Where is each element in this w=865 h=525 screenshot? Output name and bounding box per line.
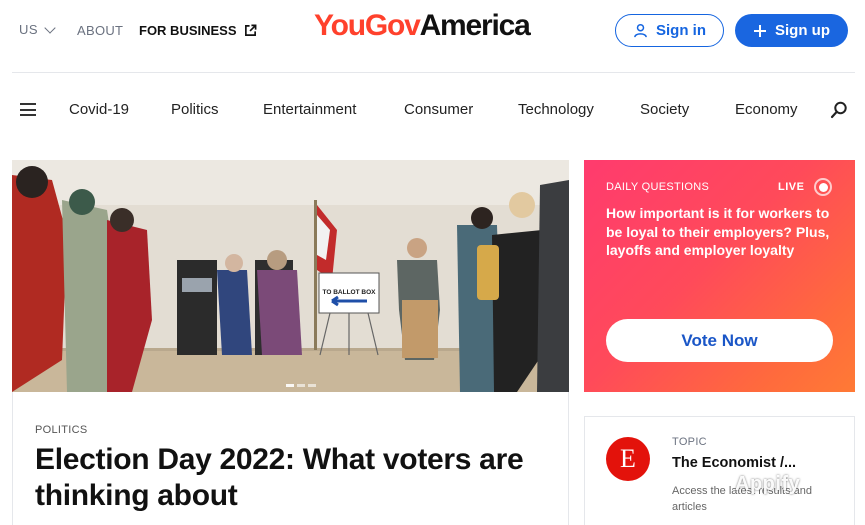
topic-title[interactable]: The Economist /... [672, 455, 796, 471]
featured-article[interactable]: POLITICS Election Day 2022: What voters … [12, 392, 569, 525]
live-dot-icon [814, 178, 833, 196]
hamburger-icon[interactable] [20, 103, 36, 116]
economist-logo: E [606, 437, 650, 481]
nav-item-economy[interactable]: Economy [735, 101, 798, 118]
about-link[interactable]: ABOUT [77, 23, 123, 38]
sign-up-label: Sign up [775, 22, 830, 39]
main-nav: Covid-19 Politics Entertainment Consumer… [0, 92, 865, 128]
search-icon[interactable] [830, 101, 848, 119]
topic-card[interactable]: E TOPIC The Economist /... Access the la… [584, 416, 855, 525]
yougov-logo[interactable]: YouGovAmerica [314, 9, 531, 43]
ballot-sign-text: TO BALLOT BOX [323, 289, 377, 296]
plus-icon [754, 24, 766, 37]
hero-image[interactable]: TO BALLOT BOX [12, 160, 569, 392]
chevron-down-icon [44, 21, 56, 34]
sign-in-button[interactable]: Sign in [615, 14, 724, 47]
logo-yougov: YouGov [314, 9, 421, 42]
daily-questions-label: DAILY QUESTIONS [606, 181, 710, 193]
article-title[interactable]: Election Day 2022: What voters are think… [35, 442, 555, 514]
region-selector[interactable]: US [19, 21, 56, 37]
nav-item-entertainment[interactable]: Entertainment [263, 101, 356, 118]
nav-item-politics[interactable]: Politics [171, 101, 219, 118]
nav-item-consumer[interactable]: Consumer [404, 101, 473, 118]
topic-label: TOPIC [672, 436, 707, 448]
vote-now-button[interactable]: Vote Now [606, 319, 833, 362]
nav-item-society[interactable]: Society [640, 101, 689, 118]
header-divider [12, 72, 855, 73]
logo-america: America [419, 9, 531, 42]
external-link-icon [244, 24, 256, 36]
watermark: Appify [735, 473, 801, 495]
live-label: LIVE [778, 181, 805, 193]
sign-in-label: Sign in [656, 22, 706, 39]
nav-item-technology[interactable]: Technology [518, 101, 594, 118]
for-business-label: FOR BUSINESS [139, 23, 237, 38]
live-indicator: LIVE [778, 178, 833, 196]
article-category[interactable]: POLITICS [35, 424, 88, 436]
polling-station-photo: TO BALLOT BOX [12, 160, 569, 392]
daily-questions-card: DAILY QUESTIONS LIVE How important is it… [584, 160, 855, 392]
nav-item-covid[interactable]: Covid-19 [69, 101, 129, 118]
user-icon [634, 23, 647, 38]
sign-up-button[interactable]: Sign up [735, 14, 848, 47]
top-header: US ABOUT FOR BUSINESS YouGovAmerica Sign… [0, 0, 865, 62]
daily-question-text[interactable]: How important is it for workers to be lo… [606, 204, 836, 260]
for-business-link[interactable]: FOR BUSINESS [139, 23, 257, 38]
region-label: US [19, 22, 39, 37]
